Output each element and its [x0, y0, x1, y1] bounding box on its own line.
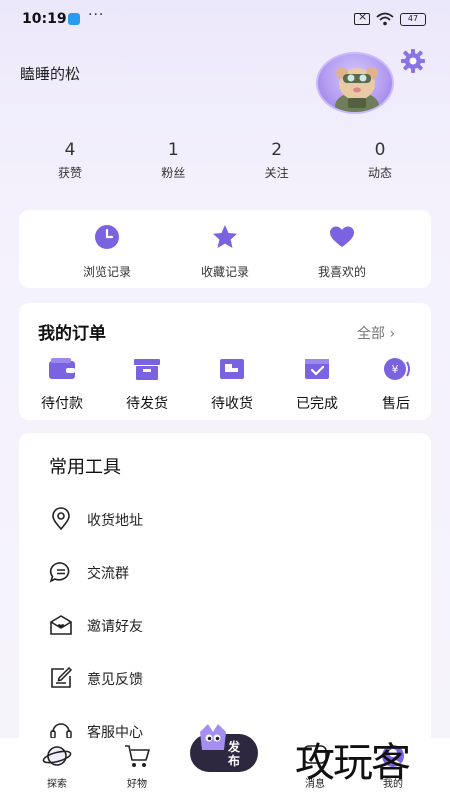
battery-icon: 47 — [400, 12, 426, 26]
mascot-icon — [200, 724, 226, 750]
star-icon — [213, 225, 237, 248]
wifi-icon — [376, 12, 394, 26]
stat-likes[interactable]: 4 获赞 — [20, 140, 120, 181]
orders-title: 我的订单 — [36, 319, 110, 345]
order-after-sales[interactable]: ¥ 售后 — [361, 357, 431, 413]
orders-card: 我的订单 全部 › 待付款 待发货 待收货 已完成 ¥ 售后 — [19, 303, 431, 420]
tab-label: 好物 — [127, 779, 147, 790]
planet-icon — [42, 746, 72, 766]
stat-number: 1 — [167, 140, 179, 160]
tool-shipping-address[interactable]: 收货地址 — [49, 505, 409, 535]
location-icon — [52, 507, 70, 531]
browse-history-button[interactable]: 浏览记录 — [57, 224, 157, 280]
order-label: 待付款 — [41, 396, 83, 412]
liked-label: 我喜欢的 — [317, 265, 366, 279]
tool-label: 邀请好友 — [87, 619, 143, 635]
profile-stats: 4 获赞 1 粉丝 2 关注 0 动态 — [20, 140, 430, 181]
order-label: 已完成 — [296, 396, 338, 412]
status-time: 10:19 — [22, 11, 67, 27]
history-card: 浏览记录 收藏记录 我喜欢的 — [19, 210, 431, 288]
order-pending-payment[interactable]: 待付款 — [27, 357, 97, 413]
stat-number: 4 — [64, 140, 76, 160]
package-icon — [134, 359, 160, 380]
settings-gear-icon[interactable] — [400, 48, 426, 74]
tab-label: 探索 — [47, 779, 67, 790]
stat-label: 获赞 — [57, 166, 82, 180]
status-bar: 10:19 ··· 47 — [0, 0, 450, 40]
cart-icon — [125, 745, 150, 767]
heart-icon — [330, 226, 354, 247]
stat-label: 动态 — [367, 166, 392, 180]
order-pending-shipment[interactable]: 待发货 — [112, 357, 182, 413]
stat-label: 粉丝 — [161, 166, 186, 180]
tab-goods[interactable]: 好物 — [112, 743, 162, 790]
more-notifications-icon: ··· — [88, 7, 105, 23]
order-label: 售后 — [382, 396, 410, 412]
stat-number: 0 — [374, 140, 386, 160]
watermark-logo: 攻玩客 — [295, 740, 411, 786]
feedback-icon — [51, 666, 73, 688]
yen-icon: ¥ — [384, 358, 410, 380]
avatar[interactable] — [316, 52, 394, 114]
publish-label: 发布 — [228, 740, 241, 768]
tools-card: 常用工具 收货地址 交流群 邀请好友 意见反馈 客服中心 — [19, 433, 431, 763]
favorites-button[interactable]: 收藏记录 — [175, 224, 275, 280]
tool-label: 收货地址 — [87, 513, 143, 529]
clock-icon — [95, 225, 119, 249]
history-label: 浏览记录 — [82, 265, 131, 279]
tool-chat-group[interactable]: 交流群 — [49, 558, 409, 588]
invite-icon — [50, 615, 72, 635]
publish-button[interactable]: 发布 — [190, 722, 258, 772]
stat-fans[interactable]: 1 粉丝 — [123, 140, 223, 181]
tool-feedback[interactable]: 意见反馈 — [49, 664, 409, 694]
stat-following[interactable]: 2 关注 — [227, 140, 327, 181]
svg-text:¥: ¥ — [392, 363, 399, 376]
truck-icon — [220, 359, 244, 379]
check-box-icon — [305, 359, 329, 379]
tool-label: 交流群 — [87, 566, 129, 582]
favorites-label: 收藏记录 — [200, 265, 249, 279]
stat-label: 关注 — [264, 166, 289, 180]
stat-posts[interactable]: 0 动态 — [330, 140, 430, 181]
tool-invite-friends[interactable]: 邀请好友 — [49, 611, 409, 641]
order-label: 待收货 — [211, 396, 253, 412]
app-notification-icon — [68, 13, 80, 25]
wallet-icon — [49, 358, 75, 379]
username[interactable]: 瞌睡的松 — [20, 63, 80, 84]
hamster-avatar-image — [335, 67, 379, 112]
tools-title: 常用工具 — [49, 457, 121, 478]
order-pending-receipt[interactable]: 待收货 — [197, 357, 267, 413]
chat-icon — [49, 562, 70, 583]
sim-off-icon — [354, 10, 370, 25]
view-all-orders-link[interactable]: 全部 › — [357, 323, 395, 343]
liked-button[interactable]: 我喜欢的 — [292, 224, 392, 280]
order-label: 待发货 — [126, 396, 168, 412]
tab-explore[interactable]: 探索 — [32, 743, 82, 790]
stat-number: 2 — [271, 140, 283, 160]
tool-label: 意见反馈 — [87, 672, 143, 688]
order-completed[interactable]: 已完成 — [282, 357, 352, 413]
